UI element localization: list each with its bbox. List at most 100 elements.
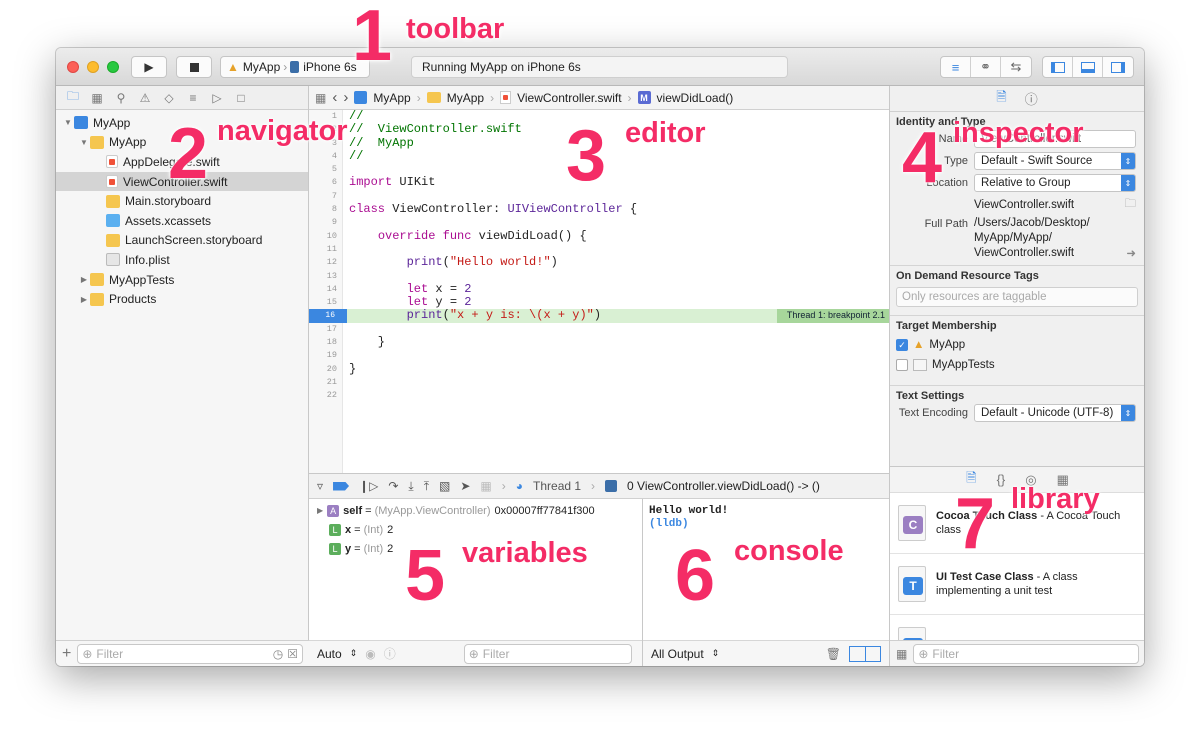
code-line[interactable]: 2// ViewController.swift	[332, 123, 889, 136]
code-line[interactable]: 11	[327, 243, 889, 256]
info-icon[interactable]: ⓘ	[384, 645, 396, 662]
stop-button[interactable]	[176, 56, 212, 78]
breakpoint-marker[interactable]: 16	[309, 309, 347, 323]
split-view-icon[interactable]	[849, 645, 881, 662]
quick-help-icon[interactable]: ⓘ	[1025, 89, 1038, 108]
variable-row[interactable]: ▶ Aself = (MyApp.ViewController) 0x00007ff77…	[309, 501, 642, 520]
code-line[interactable]: 18 }	[327, 335, 889, 349]
find-navigator-icon[interactable]: ⚲	[114, 91, 128, 105]
close-window-button[interactable]	[67, 61, 79, 73]
memory-graph-icon[interactable]: ▦	[480, 479, 491, 493]
source-code-area[interactable]: 1//2// ViewController.swift 3// MyApp 4//5…	[309, 109, 889, 473]
code-line[interactable]: 6 import UIKit	[332, 176, 889, 189]
tree-row[interactable]: ▶ Products	[56, 289, 308, 309]
trash-icon[interactable]: 🗑	[826, 647, 841, 661]
report-navigator-icon[interactable]: □	[234, 91, 248, 105]
reveal-arrow-icon[interactable]: ➜	[1126, 216, 1136, 260]
jumpbar-group[interactable]: MyApp	[447, 91, 484, 105]
scope-selector[interactable]: Auto	[317, 647, 342, 661]
disclosure-closed-icon[interactable]: ▶	[78, 295, 90, 304]
navigator-toggle-icon[interactable]	[1043, 57, 1073, 77]
scheme-selector[interactable]: ▲ MyApp › iPhone 6s	[220, 56, 370, 78]
type-popup[interactable]: Default - Swift Source ⇕	[974, 152, 1136, 170]
hide-debug-area-icon[interactable]: ▿	[317, 479, 323, 493]
debug-thread[interactable]: Thread 1	[533, 479, 581, 493]
project-navigator-icon[interactable]: 🗀	[66, 87, 80, 108]
grid-view-icon[interactable]: ▦	[896, 647, 907, 661]
checkbox[interactable]: ✓	[896, 339, 908, 351]
code-line[interactable]: 4 //	[332, 149, 889, 163]
odr-tags-field[interactable]: Only resources are taggable	[896, 287, 1138, 307]
tree-row[interactable]: Main.storyboard	[56, 191, 308, 211]
code-line[interactable]: 3// MyApp	[332, 136, 889, 150]
code-line[interactable]: 10 override func viewDidLoad() {	[327, 229, 889, 243]
code-snippet-library-icon[interactable]: {}	[997, 472, 1006, 487]
run-button[interactable]: ▶	[131, 56, 167, 78]
recent-files-icon[interactable]: ◷	[273, 647, 283, 661]
symbol-navigator-icon[interactable]: ▦	[90, 91, 104, 105]
breakpoint-navigator-icon[interactable]: ▷	[210, 91, 224, 105]
standard-editor-icon[interactable]: ≡	[941, 57, 971, 77]
location-popup[interactable]: Relative to Group ⇕	[974, 174, 1136, 192]
jumpbar-project[interactable]: MyApp	[373, 91, 410, 105]
tree-row[interactable]: ▶ MyAppTests	[56, 270, 308, 290]
tree-row[interactable]: Info.plist	[56, 250, 308, 270]
encoding-popup[interactable]: Default - Unicode (UTF-8) ⇕	[974, 404, 1136, 422]
code-line[interactable]: 1//	[332, 109, 889, 123]
tree-row[interactable]: LaunchScreen.storyboard	[56, 231, 308, 251]
view-debugger-icon[interactable]: ▧	[439, 479, 450, 493]
library-filter-field[interactable]: ⊕ Filter	[913, 643, 1139, 664]
code-line[interactable]: 22	[327, 389, 889, 402]
debug-frame[interactable]: 0 ViewController.viewDidLoad() -> ()	[627, 479, 820, 493]
add-icon[interactable]: +	[62, 645, 71, 663]
debug-area-toggle-icon[interactable]	[1073, 57, 1103, 77]
code-line[interactable]: 16 print("x + y is: \(x + y)") Thread 1: …	[309, 309, 889, 323]
editor-mode-control[interactable]: ≡ ⚭ ⇆	[940, 56, 1032, 78]
related-items-icon[interactable]: ▦	[315, 91, 326, 105]
disclosure-open-icon[interactable]: ▼	[78, 138, 90, 147]
version-editor-icon[interactable]: ⇆	[1001, 57, 1031, 77]
target-row[interactable]: MyAppTests	[896, 355, 1138, 375]
disclosure-closed-icon[interactable]: ▶	[78, 275, 90, 284]
zoom-window-button[interactable]	[107, 61, 119, 73]
file-inspector-icon[interactable]: 🗎	[996, 88, 1006, 110]
jumpbar-file[interactable]: ViewController.swift	[517, 91, 621, 105]
breakpoints-toggle-icon[interactable]	[333, 481, 350, 491]
panel-toggle-control[interactable]	[1042, 56, 1134, 78]
step-into-icon[interactable]: ⤓	[408, 479, 413, 494]
code-line[interactable]: 20}	[327, 362, 889, 376]
code-line[interactable]: 9	[332, 216, 889, 229]
output-filter-selector[interactable]: All Output	[651, 647, 704, 661]
scm-filter-icon[interactable]: ☒	[287, 647, 298, 661]
code-line[interactable]: 12 print("Hello world!")	[327, 256, 889, 269]
forward-button[interactable]: ›	[343, 89, 348, 106]
code-line[interactable]: 17	[327, 323, 889, 336]
target-row[interactable]: ✓ ▲ MyApp	[896, 335, 1138, 355]
utilities-toggle-icon[interactable]	[1103, 57, 1133, 77]
navigator-filter-field[interactable]: ⊕ Filter ◷ ☒	[77, 643, 303, 664]
simulate-location-icon[interactable]: ➤	[460, 479, 470, 493]
debug-navigator-icon[interactable]: ≡	[186, 91, 200, 105]
checkbox[interactable]	[896, 359, 908, 371]
code-line[interactable]: 21	[327, 376, 889, 389]
variables-filter-field[interactable]: ⊕ Filter	[463, 643, 632, 664]
code-line[interactable]: 5	[332, 163, 889, 176]
assistant-editor-icon[interactable]: ⚭	[971, 57, 1001, 77]
step-over-icon[interactable]: ↷	[388, 479, 398, 493]
jumpbar-symbol[interactable]: viewDidLoad()	[657, 91, 734, 105]
continue-icon[interactable]: ❙▷	[359, 479, 378, 493]
step-out-icon[interactable]: ⤒	[424, 479, 429, 494]
code-line[interactable]: 13	[327, 270, 889, 283]
library-item[interactable]: T UI Test Case Class - A class implementi…	[890, 554, 1144, 615]
disclosure-closed-icon[interactable]: ▶	[317, 506, 323, 515]
code-line[interactable]: 19	[327, 349, 889, 362]
tree-row[interactable]: Assets.xcassets	[56, 211, 308, 231]
folder-icon[interactable]: 🗀	[1125, 196, 1137, 215]
test-navigator-icon[interactable]: ◇	[162, 91, 176, 105]
code-line[interactable]: 8 class ViewController: UIViewController …	[332, 202, 889, 216]
disclosure-open-icon[interactable]: ▼	[62, 118, 74, 127]
quick-look-icon[interactable]: ◉	[365, 647, 375, 661]
code-line[interactable]: 14 let x = 2	[327, 282, 889, 296]
minimize-window-button[interactable]	[87, 61, 99, 73]
code-line[interactable]: 15 let y = 2	[327, 296, 889, 309]
